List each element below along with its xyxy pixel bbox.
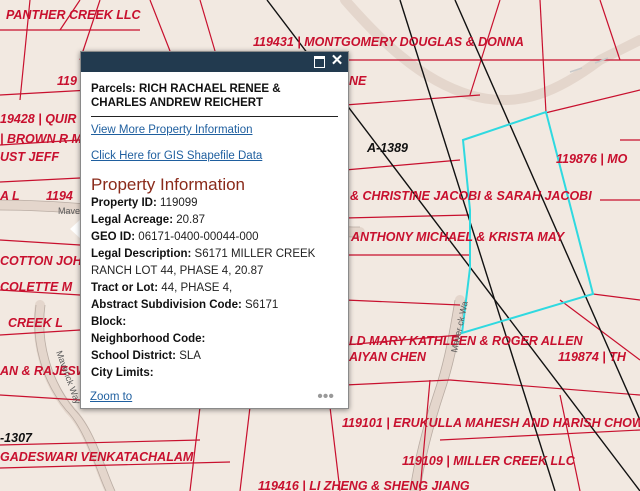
parcel-label: A L [0,189,20,203]
parcel-popup: ✕ Parcels: RICH RACHAEL RENEE & CHARLES … [80,51,349,409]
parcel-label: 119101 | ERUKULLA MAHESH AND HARISH CHOW [342,416,640,430]
parcel-label: LD MARY KATHLEEN & ROGER ALLEN [349,334,584,348]
parcel-label: NE [349,74,367,88]
parcel-label: | BROWN R M [0,132,83,146]
maximize-icon[interactable] [312,54,326,68]
parcel-label: PANTHER CREEK LLC [6,8,141,22]
parcel-label: CREEK L [8,316,63,330]
parcel-label: & CHRISTINE JACOBI & SARAH JACOBI [350,189,592,203]
field-property-id: Property ID: 119099 [91,197,198,209]
parcel-label: 119 [57,74,77,88]
parcel-label: 19428 | QUIR [0,112,76,126]
field-block: Block: [91,316,127,328]
parcel-label: AIYAN CHEN [348,350,427,364]
gis-shapefile-link[interactable]: Click Here for GIS Shapefile Data [91,150,342,162]
view-more-link[interactable]: View More Property Information [91,124,342,136]
parcel-label: COLETTE M [0,280,73,294]
field-tract-lot: Tract or Lot: 44, PHASE 4, [91,282,233,294]
parcel-label: GADESWARI VENKATACHALAM [0,450,194,464]
parcel-label: 119109 | MILLER CREEK LLC [402,454,576,468]
parcel-label: 119874 | TH [558,350,627,364]
parcel-label: UST JEFF [0,150,59,164]
field-geo-id: GEO ID: 06171-0400-00044-000 [91,231,259,243]
zoom-to-link[interactable]: Zoom to [90,391,132,403]
parcel-label: ANTHONY MICHAEL & KRISTA MAY [350,230,566,244]
parcel-label: -1307 [0,431,33,445]
more-options-icon[interactable]: ••• [317,388,334,406]
parcel-label: 119876 | MO [556,152,628,166]
popup-title: Parcels: RICH RACHAEL RENEE & CHARLES AN… [91,82,338,117]
field-neighborhood-code: Neighborhood Code: [91,333,206,345]
field-city-limits: City Limits: [91,367,154,379]
property-info-heading: Property Information [91,175,246,194]
field-legal-description: Legal Description: S6171 MILLER CREEK RA… [91,248,316,277]
popup-header: ✕ [81,52,348,72]
field-school-district: School District: SLA [91,350,201,362]
parcel-label: 1194 [46,189,73,203]
field-abstract-code: Abstract Subdivision Code: S6171 [91,299,279,311]
abstract-label: A-1389 [366,141,408,155]
parcel-label: COTTON JOHN [0,254,92,268]
close-icon[interactable]: ✕ [330,53,344,68]
popup-body[interactable]: View More Property Information Click Her… [91,122,342,387]
parcel-label: 119431 | MONTGOMERY DOUGLAS & DONNA [253,35,524,49]
popup-footer: Zoom to ••• [81,388,348,408]
parcel-label: 119416 | LI ZHENG & SHENG JIANG [258,479,470,491]
field-legal-acreage: Legal Acreage: 20.87 [91,214,206,226]
